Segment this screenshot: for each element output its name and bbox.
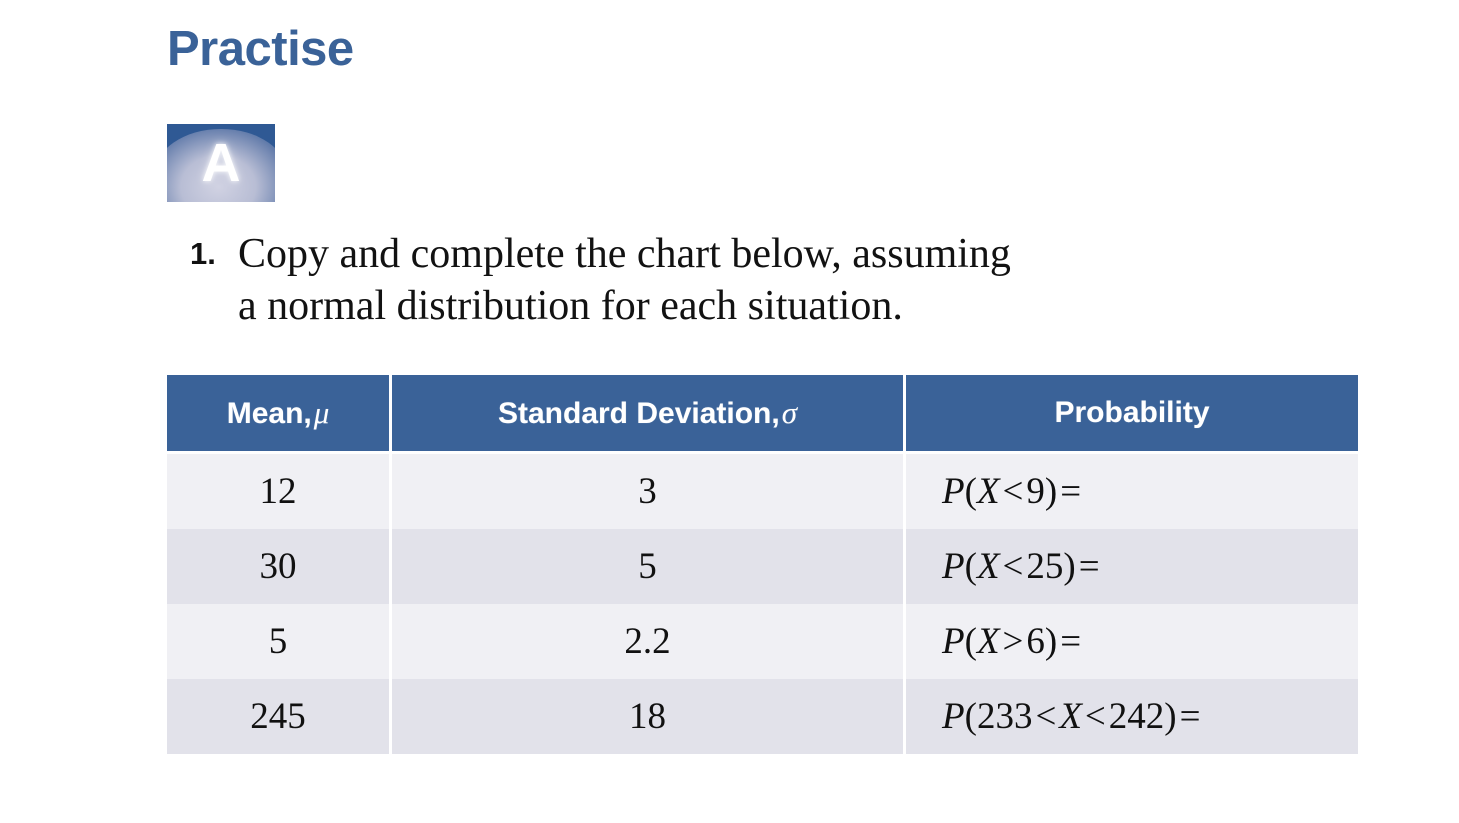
normal-distribution-table: Mean,μ Standard Deviation,σ Probability … [167, 375, 1358, 754]
prob-p: P [942, 620, 965, 662]
prob-close-paren: ) [1063, 545, 1076, 587]
prob-close-paren: ) [1044, 620, 1058, 662]
column-header-standard-deviation-label: Standard Deviation, [497, 396, 780, 430]
prob-variable: X [1059, 695, 1082, 737]
prob-p: P [942, 545, 965, 587]
prob-open-paren: ( [964, 470, 977, 512]
column-header-mean: Mean,μ [167, 375, 392, 454]
table-body: 12 3 P(X<9)= 30 5 P(X<25)= 5 2.2 P(X>6)= [167, 454, 1358, 754]
cell-mean: 12 [167, 454, 392, 529]
table-row: 12 3 P(X<9)= [167, 454, 1358, 529]
prob-operator-lower: < [1035, 695, 1057, 737]
column-header-probability: Probability [906, 375, 1358, 454]
prob-p: P [942, 695, 965, 737]
prob-operator: < [1084, 695, 1106, 737]
prob-open-paren: ( [964, 695, 977, 737]
table-row: 245 18 P(233<X<242)= [167, 679, 1358, 754]
prob-variable: X [976, 470, 1000, 512]
prob-open-paren: ( [964, 545, 977, 587]
sigma-symbol: σ [781, 394, 797, 430]
cell-probability: P(X<9)= [906, 454, 1358, 529]
worksheet-page: Practise A 1. Copy and complete the char… [0, 0, 1459, 823]
cell-mean: 30 [167, 529, 392, 604]
question-text: Copy and complete the chart below, assum… [238, 228, 1011, 332]
badge-letter: A [201, 133, 241, 193]
section-badge-a: A [167, 124, 275, 202]
prob-variable: X [976, 620, 1000, 662]
question-line-2: a normal distribution for each situation… [238, 283, 903, 329]
prob-close-paren: ) [1164, 695, 1177, 737]
cell-probability: P(X<25)= [906, 529, 1358, 604]
column-header-mean-label: Mean, [226, 396, 312, 430]
cell-mean: 5 [167, 604, 392, 679]
cell-standard-deviation: 3 [392, 454, 906, 529]
prob-value: 25 [1026, 545, 1064, 587]
prob-operator: < [1002, 545, 1024, 587]
prob-lower-bound: 233 [976, 695, 1033, 737]
prob-value: 242 [1108, 695, 1165, 737]
prob-open-paren: ( [964, 620, 977, 662]
question-block: 1. Copy and complete the chart below, as… [190, 228, 1370, 332]
question-line-1: Copy and complete the chart below, assum… [238, 231, 1011, 277]
prob-equals: = [1179, 695, 1201, 737]
page-title: Practise [167, 22, 354, 76]
cell-probability: P(X>6)= [906, 604, 1358, 679]
prob-p: P [942, 470, 965, 512]
prob-operator: < [1002, 470, 1024, 512]
cell-standard-deviation: 5 [392, 529, 906, 604]
prob-equals: = [1078, 545, 1100, 587]
prob-value: 9 [1026, 470, 1045, 512]
prob-equals: = [1060, 470, 1082, 512]
prob-equals: = [1060, 620, 1082, 662]
table-row: 30 5 P(X<25)= [167, 529, 1358, 604]
cell-standard-deviation: 2.2 [392, 604, 906, 679]
prob-close-paren: ) [1044, 470, 1058, 512]
prob-operator: > [1002, 620, 1024, 662]
prob-variable: X [976, 545, 1000, 587]
cell-standard-deviation: 18 [392, 679, 906, 754]
table-header: Mean,μ Standard Deviation,σ Probability [167, 375, 1358, 454]
cell-mean: 245 [167, 679, 392, 754]
cell-probability: P(233<X<242)= [906, 679, 1358, 754]
mu-symbol: μ [313, 394, 330, 430]
question-number: 1. [190, 236, 216, 271]
column-header-standard-deviation: Standard Deviation,σ [392, 375, 906, 454]
table-header-row: Mean,μ Standard Deviation,σ Probability [167, 375, 1358, 454]
column-header-probability-label: Probability [1054, 396, 1210, 429]
table-row: 5 2.2 P(X>6)= [167, 604, 1358, 679]
prob-value: 6 [1026, 620, 1045, 662]
